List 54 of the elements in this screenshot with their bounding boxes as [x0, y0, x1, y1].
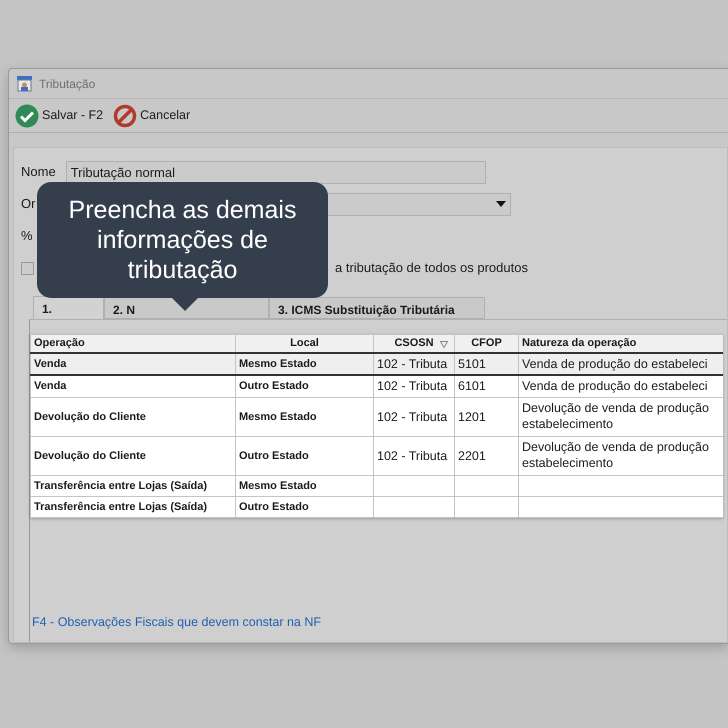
table-cell: 102 - Tributa: [377, 410, 448, 424]
table-row[interactable]: Venda Mesmo Estado 102 - Tributa 5101 Venda de produção do estabeleci: [30, 352, 723, 376]
table-cell: Venda de produção do estabeleci: [522, 356, 708, 370]
table-cell: 102 - Tributa: [377, 356, 448, 370]
cancel-button[interactable]: Cancelar: [113, 104, 190, 128]
tab[interactable]: 3. ICMS Substituição Tributária: [269, 297, 485, 319]
table-cell: 2201: [458, 448, 486, 463]
tooltip: Preencha as demais informações de tributação: [37, 182, 328, 298]
prohibited-icon: [113, 104, 138, 128]
table-cell: Devolução do Cliente: [34, 450, 146, 462]
table-row[interactable]: Venda Outro Estado 102 - Tributa 6101 Venda de produção do estabeleci: [30, 375, 723, 398]
field-label: %: [21, 227, 33, 246]
table-cell: 102 - Tributa: [377, 448, 448, 463]
store-icon: [16, 75, 33, 92]
checkmark-icon: [15, 104, 39, 128]
observations-link[interactable]: F4 - Observações Fiscais que devem constar na NF: [30, 613, 727, 632]
save-button[interactable]: Salvar - F2: [15, 104, 104, 128]
table-cell: Venda de produção do estabeleci: [522, 379, 708, 394]
window-title: Tributação: [39, 76, 96, 92]
table-cell: Devolução de venda de produção estabelecimento: [522, 401, 709, 431]
field-label: Nome: [21, 163, 56, 182]
table-cell: Devolução do Cliente: [34, 410, 146, 423]
column-header[interactable]: Operação: [30, 334, 236, 352]
table-row[interactable]: Transferência entre Lojas (Saída) Mesmo Estado: [30, 476, 723, 496]
table-row[interactable]: Devolução do Cliente Outro Estado 102 - Tributa 2201 Devolução de venda de produção estabelecimento: [30, 436, 723, 476]
checkbox[interactable]: [21, 262, 34, 274]
table-cell: Mesmo Estado: [239, 410, 317, 423]
checkbox-label: a tributação de todos os produtos: [335, 259, 528, 278]
table-cell: Venda: [34, 358, 66, 370]
dropdown-arrow-icon: [496, 201, 506, 207]
table-cell: Venda: [34, 380, 66, 392]
table-row[interactable]: Transferência entre Lojas (Saída) Outro Estado: [30, 496, 723, 518]
tooltip-arrow: [172, 298, 198, 311]
filter-icon[interactable]: [440, 341, 448, 348]
table-cell: 6101: [458, 379, 486, 394]
name-field[interactable]: Tributação normal: [66, 160, 486, 184]
column-header[interactable]: Local: [236, 334, 374, 352]
table-cell: 5101: [458, 356, 486, 370]
table-cell: Outro Estado: [239, 380, 309, 392]
table-row[interactable]: Devolução do Cliente Mesmo Estado 102 - Tributa 1201 Devolução de venda de produção estabelecimento: [30, 398, 723, 436]
column-header[interactable]: CSOSN: [374, 334, 454, 352]
table-cell: Outro Estado: [239, 450, 309, 462]
column-header[interactable]: CFOP: [454, 334, 518, 352]
table-cell: Mesmo Estado: [239, 358, 317, 370]
table-cell: Transferência entre Lojas (Saída): [34, 480, 208, 492]
tab[interactable]: 2. N: [104, 297, 269, 319]
table-cell: Mesmo Estado: [239, 480, 317, 492]
table-cell: 102 - Tributa: [377, 379, 448, 394]
table-cell: Transferência entre Lojas (Saída): [34, 500, 208, 513]
field-label: Or: [21, 195, 36, 214]
table-cell: 1201: [458, 410, 486, 424]
table-cell: Outro Estado: [239, 500, 309, 513]
column-header[interactable]: Natureza da operação: [518, 334, 723, 352]
table-cell: Devolução de venda de produção estabelecimento: [522, 440, 709, 470]
